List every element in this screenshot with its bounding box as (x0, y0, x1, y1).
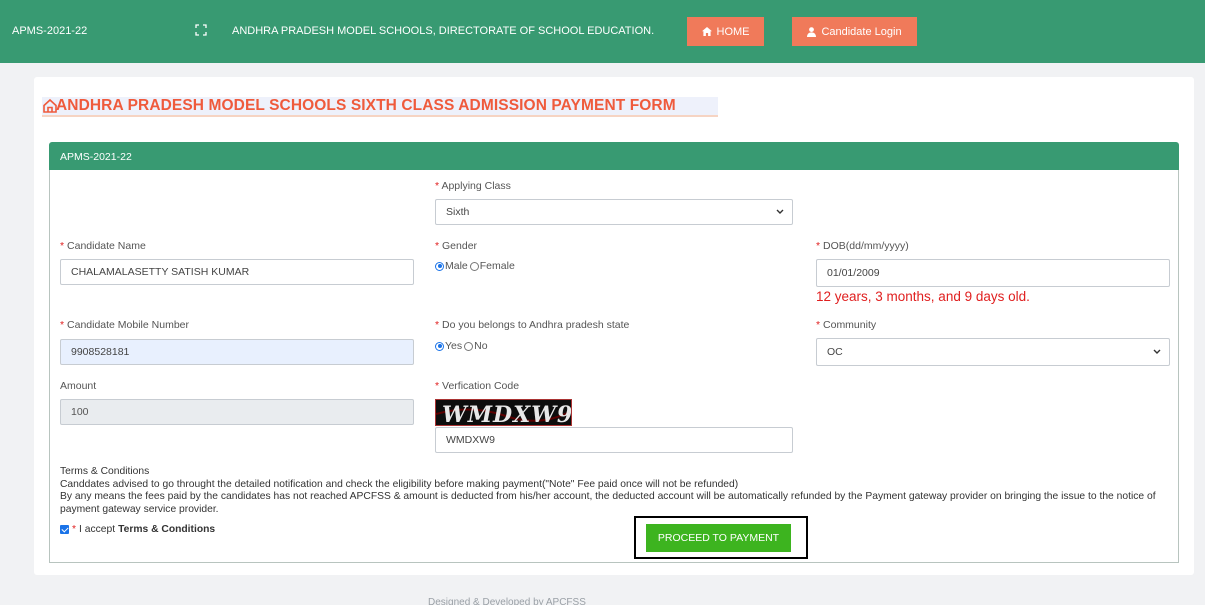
gender-male-radio[interactable] (435, 261, 444, 271)
ap-state-yes-label: Yes (445, 340, 463, 352)
candidate-login-label: Candidate Login (821, 25, 902, 38)
user-icon (807, 26, 817, 37)
home-outline-icon (43, 98, 57, 113)
terms-heading: Terms & Conditions (60, 466, 150, 477)
mobile-input[interactable]: 9908528181 (60, 339, 414, 365)
gender-radio-group: Male Female (435, 260, 515, 272)
community-label: * Community (816, 319, 877, 331)
chevron-down-icon (1153, 349, 1161, 354)
candidate-name-input[interactable]: CHALAMALASETTY SATISH KUMAR (60, 259, 414, 285)
accept-terms-text: I accept (79, 524, 116, 535)
terms-text-block: Terms & Conditions Canddates advised to … (60, 466, 1170, 516)
proceed-to-payment-button[interactable]: PROCEED TO PAYMENT (646, 524, 791, 552)
amount-label: Amount (60, 380, 97, 392)
top-navbar: APMS-2021-22 ANDHRA PRADESH MODEL SCHOOL… (0, 0, 1205, 63)
gender-label: * Gender (435, 240, 478, 252)
dob-input[interactable]: 01/01/2009 (816, 259, 1170, 287)
applying-class-label: * Applying Class (435, 180, 511, 192)
captcha-image: WMDXW9 (435, 399, 572, 426)
panel-header: APMS-2021-22 (49, 142, 1179, 170)
fullscreen-icon[interactable] (195, 24, 207, 36)
verification-code-input[interactable]: WMDXW9 (435, 427, 793, 453)
required-mark: * (72, 524, 77, 535)
ap-state-no-label: No (474, 340, 488, 352)
ap-state-label: * Do you belongs to Andhra pradesh state (435, 319, 630, 331)
gender-female-label: Female (479, 260, 515, 272)
dob-label: * DOB(dd/mm/yyyy) (816, 240, 909, 252)
org-title: ANDHRA PRADESH MODEL SCHOOLS, DIRECTORAT… (232, 25, 655, 37)
terms-link[interactable]: Terms & Conditions (118, 524, 215, 535)
applying-class-select[interactable]: Sixth (435, 199, 793, 225)
home-button[interactable]: HOME (687, 17, 764, 46)
verification-label: * Verfication Code (435, 380, 520, 392)
home-button-label: HOME (716, 25, 750, 38)
applying-class-value: Sixth (446, 206, 470, 218)
ap-state-yes-radio[interactable] (435, 341, 444, 351)
gender-male-label: Male (445, 260, 468, 272)
age-text: 12 years, 3 months, and 9 days old. (816, 289, 1030, 304)
terms-line-2: By any means the fees paid by the candid… (60, 491, 1156, 515)
gender-female-radio[interactable] (469, 261, 479, 271)
community-value: OC (827, 346, 843, 358)
page-title: ANDHRA PRADESH MODEL SCHOOLS SIXTH CLASS… (42, 97, 718, 117)
ap-state-no-radio[interactable] (464, 341, 474, 351)
brand-label: APMS-2021-22 (12, 25, 88, 37)
candidate-name-label: * Candidate Name (60, 240, 146, 252)
chevron-down-icon (776, 209, 784, 214)
accept-terms-row: * I accept Terms & Conditions (60, 524, 215, 535)
ap-state-radio-group: Yes No (435, 340, 488, 352)
captcha-text: WMDXW9 (442, 402, 572, 426)
page-title-text: ANDHRA PRADESH MODEL SCHOOLS SIXTH CLASS… (56, 97, 676, 114)
mobile-label: * Candidate Mobile Number (60, 319, 189, 331)
community-select[interactable]: OC (816, 338, 1170, 366)
amount-input: 100 (60, 399, 414, 425)
home-icon (701, 27, 712, 36)
terms-line-1: Canddates advised to go throught the det… (60, 478, 739, 490)
candidate-login-button[interactable]: Candidate Login (792, 17, 917, 46)
footer-credit: Designed & Developed by APCFSS (428, 597, 586, 605)
accept-terms-checkbox[interactable] (60, 525, 69, 534)
